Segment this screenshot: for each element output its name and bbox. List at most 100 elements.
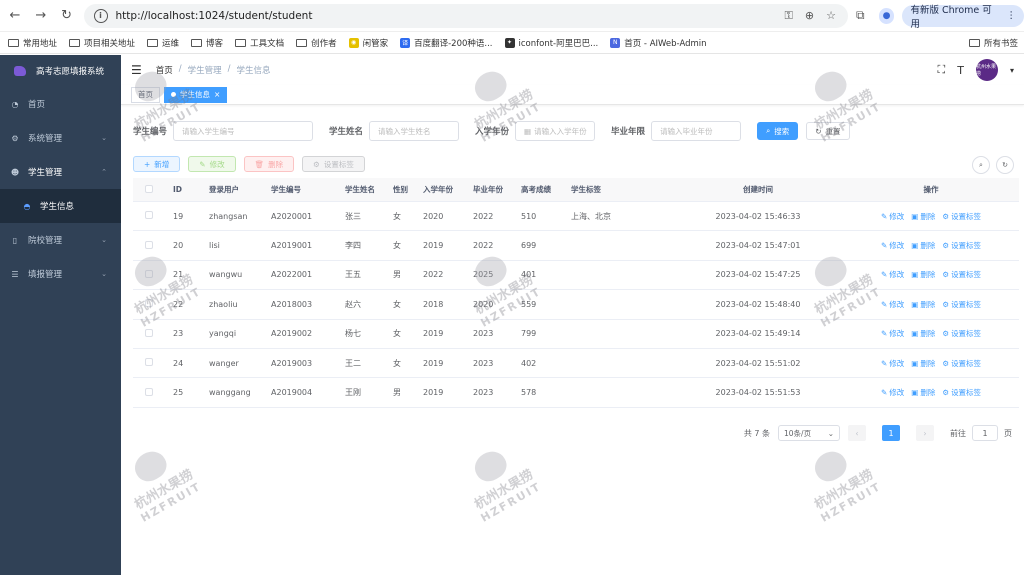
row-set-tag-link[interactable]: ⚙ 设置标签 — [942, 328, 981, 339]
row-set-tag-link[interactable]: ⚙ 设置标签 — [942, 269, 981, 280]
bookmark-link[interactable]: ◉ 闲管家 — [348, 37, 388, 49]
cell-grad-year: 2023 — [473, 388, 494, 398]
tag-home[interactable]: 首页 — [131, 86, 160, 103]
bookmark-folder[interactable]: 博客 — [191, 37, 223, 49]
bookmark-folder[interactable]: 创作者 — [296, 37, 337, 49]
user-icon: ☻ — [10, 167, 20, 177]
row-delete-link[interactable]: ▣ 删除 — [911, 211, 935, 222]
row-checkbox[interactable] — [133, 358, 173, 368]
page-size-value: 10条/页 — [784, 428, 812, 438]
select-all-checkbox[interactable] — [133, 184, 173, 195]
reset-button[interactable]: ↻ 重置 — [806, 122, 850, 140]
row-set-tag-link[interactable]: ⚙ 设置标签 — [942, 387, 981, 398]
row-edit-link[interactable]: ✎ 修改 — [881, 211, 904, 222]
prev-page-button[interactable]: ‹ — [848, 425, 866, 441]
row-checkbox[interactable] — [133, 328, 173, 339]
row-edit-link[interactable]: ✎ 修改 — [881, 299, 904, 310]
cell-enroll-year: 2022 — [423, 270, 444, 280]
row-edit-link[interactable]: ✎ 修改 — [881, 269, 904, 280]
avatar[interactable]: 杭州水果捞 — [975, 59, 998, 81]
bookmark-folder[interactable]: 运维 — [147, 37, 179, 49]
bookmark-label: 工具文档 — [250, 38, 285, 49]
row-edit-link[interactable]: ✎ 修改 — [881, 387, 904, 398]
cell-id: 24 — [173, 358, 184, 368]
bookmark-folder[interactable]: 工具文档 — [235, 37, 284, 49]
goto-input[interactable]: 1 — [972, 425, 998, 441]
row-delete-link[interactable]: ▣ 删除 — [911, 387, 935, 398]
search-form: 学生编号 请输入学生编号 学生姓名 请输入学生姓名 入学年份 ▦ 请输入入学年份 … — [133, 121, 850, 141]
sidebar-item-student-info[interactable]: ◓ 学生信息 — [0, 189, 121, 223]
sidebar-item-student[interactable]: ☻ 学生管理 ⌃ — [0, 155, 121, 189]
site-info-icon[interactable]: i — [93, 8, 108, 23]
cell-student-no: A2020001 — [271, 211, 313, 221]
sidebar-item-school[interactable]: ▯ 院校管理 ⌄ — [0, 223, 121, 257]
chevron-down-icon: ⌄ — [101, 134, 107, 142]
delete-button[interactable]: 🗑 删除 — [243, 156, 295, 172]
row-delete-link[interactable]: ▣ 删除 — [911, 269, 935, 280]
sidebar-item-label: 填报管理 — [28, 270, 63, 280]
font-size-icon[interactable]: T — [957, 64, 964, 77]
row-delete-link[interactable]: ▣ 删除 — [911, 240, 935, 251]
link-label: 修改 — [889, 270, 905, 280]
gear-icon: ⚙ — [313, 159, 320, 169]
row-set-tag-link[interactable]: ⚙ 设置标签 — [942, 299, 981, 310]
refresh-icon[interactable]: ↻ — [996, 156, 1014, 174]
link-label: 删除 — [920, 211, 936, 221]
star-icon[interactable]: ☆ — [826, 9, 836, 23]
bookmark-folder[interactable]: 常用地址 — [8, 37, 57, 49]
student-name-input[interactable]: 请输入学生姓名 — [369, 121, 460, 141]
row-checkbox[interactable] — [133, 299, 173, 309]
link-label: 删除 — [920, 329, 936, 339]
enroll-year-input[interactable]: ▦ 请输入入学年份 — [515, 121, 596, 141]
search-button[interactable]: ⌕ 搜索 — [757, 122, 799, 140]
row-checkbox[interactable] — [133, 387, 173, 398]
row-delete-link[interactable]: ▣ 删除 — [911, 328, 935, 339]
all-bookmarks[interactable]: 所有书签 — [968, 37, 1018, 49]
row-delete-link[interactable]: ▣ 删除 — [911, 358, 935, 369]
edit-button[interactable]: ✎ 修改 — [188, 156, 236, 172]
back-icon[interactable]: ← — [4, 5, 26, 27]
student-no-input[interactable]: 请输入学生编号 — [173, 121, 314, 141]
sidebar-item-apply[interactable]: ☰ 填报管理 ⌄ — [0, 257, 121, 291]
page-size-select[interactable]: 10条/页 ⌄ — [778, 425, 840, 441]
key-icon[interactable]: ⚿ — [785, 9, 793, 23]
row-edit-link[interactable]: ✎ 修改 — [881, 328, 904, 339]
row-checkbox[interactable] — [133, 240, 173, 251]
bookmark-link[interactable]: 译百度翻译-200种语... — [400, 37, 493, 49]
next-page-button[interactable]: › — [916, 425, 934, 441]
hamburger-icon[interactable]: ☰ — [131, 63, 142, 77]
sidebar-item-system[interactable]: ⚙ 系统管理 ⌄ — [0, 121, 121, 155]
add-button[interactable]: + 新增 — [133, 156, 181, 172]
caret-down-icon[interactable]: ▾ — [1010, 66, 1014, 75]
chrome-update-button[interactable]: 有新版 Chrome 可用 ⋮ — [902, 4, 1024, 30]
address-bar[interactable]: i http://localhost:1024/student/student … — [83, 3, 849, 28]
row-edit-link[interactable]: ✎ 修改 — [881, 358, 904, 369]
reload-icon[interactable]: ↻ — [56, 5, 78, 27]
profile-icon[interactable]: ● — [878, 7, 895, 24]
extensions-icon[interactable]: ⧉ — [856, 8, 865, 23]
cell-score: 510 — [521, 211, 537, 221]
cell-grad-year: 2020 — [473, 299, 494, 309]
grad-year-input[interactable]: 请输入毕业年份 — [651, 121, 742, 141]
close-icon[interactable]: × — [214, 90, 220, 99]
zoom-icon[interactable]: ⊕ — [805, 9, 814, 23]
toggle-search-icon[interactable]: ⌕ — [972, 156, 990, 174]
forward-icon[interactable]: → — [30, 5, 52, 27]
page-number[interactable]: 1 — [882, 425, 900, 441]
sidebar-brand[interactable]: 高考志愿填报系统 — [0, 55, 121, 87]
row-checkbox[interactable] — [133, 269, 173, 280]
row-set-tag-link[interactable]: ⚙ 设置标签 — [942, 358, 981, 369]
row-edit-link[interactable]: ✎ 修改 — [881, 240, 904, 251]
fullscreen-icon[interactable]: ⛶ — [938, 63, 946, 77]
set-tag-button[interactable]: ⚙ 设置标签 — [302, 156, 365, 172]
row-set-tag-link[interactable]: ⚙ 设置标签 — [942, 211, 981, 222]
row-checkbox[interactable] — [133, 211, 173, 221]
row-set-tag-link[interactable]: ⚙ 设置标签 — [942, 240, 981, 251]
bookmark-folder[interactable]: 项目相关地址 — [69, 37, 135, 49]
bookmark-link[interactable]: N 首页 - AIWeb-Admin — [610, 37, 707, 49]
bookmark-link[interactable]: ✦ iconfont-阿里巴巴... — [504, 37, 598, 49]
tag-student-info[interactable]: 学生信息 × — [164, 86, 228, 103]
row-delete-link[interactable]: ▣ 删除 — [911, 299, 935, 310]
breadcrumb-home[interactable]: 首页 — [156, 64, 173, 76]
sidebar-item-home[interactable]: ◔ 首页 — [0, 87, 121, 121]
